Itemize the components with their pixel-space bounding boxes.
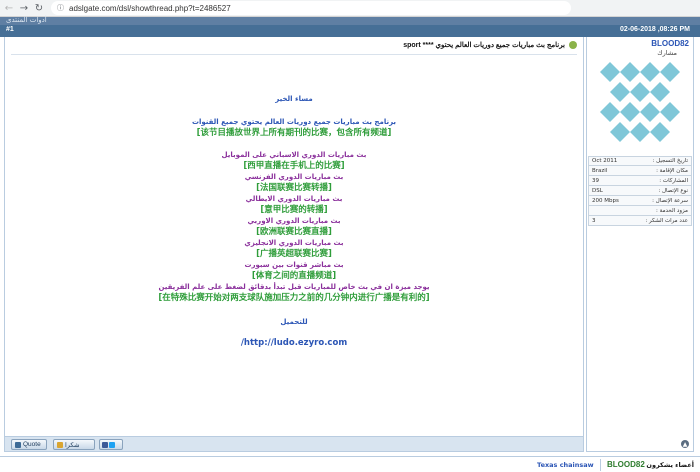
thanks-label: أعضاء يشكرون	[646, 461, 694, 469]
post-body: مساء الخير برنامج بث مباريات جميع دوريات …	[5, 95, 583, 348]
post-title: برنامج بث مباريات جميع دوريات العالم يحت…	[403, 42, 565, 49]
user-stat-label: تاريخ التسجيل :	[652, 158, 688, 164]
username[interactable]: BLOOD82	[587, 37, 693, 48]
user-stat-value: Oct 2011	[592, 158, 618, 164]
scroll-icon[interactable]: ▲	[681, 440, 689, 448]
facebook-icon[interactable]	[102, 441, 108, 448]
thread-tools-label[interactable]: أدوات المنتدى	[6, 16, 47, 24]
user-rank: مشارك	[657, 49, 677, 57]
post-line: بث مباريات الدوري الاسباني على الموبايل	[221, 151, 367, 159]
post-line: بث مباريات الدوري الايطالي	[245, 195, 343, 203]
thanked-user[interactable]: BLOOD82	[607, 460, 645, 469]
topic-icon	[569, 41, 577, 49]
user-stat-label: نوع الإتصال :	[658, 187, 688, 194]
post-title-row: برنامج بث مباريات جميع دوريات العالم يحت…	[403, 41, 577, 49]
user-stat-row: تاريخ التسجيل : Oct 2011	[588, 156, 692, 166]
post-line: [该节目播放世界上所有期刊的比赛，包含所有频道]	[196, 128, 392, 138]
twitter-icon[interactable]	[109, 441, 115, 448]
post-line: [在特殊比赛开始对两支球队施加压力之前的几分钟内进行广播是有利的]	[158, 293, 430, 303]
post-header: #1 02-06-2018 ,08:26 PM	[0, 25, 700, 37]
user-stat-row: نوع الإتصال : DSL	[588, 186, 692, 196]
thanks-button[interactable]: شكرا	[53, 439, 95, 450]
user-stat-value: Brazil	[592, 167, 608, 174]
address-bar[interactable]: ⓘ adslgate.com/dsl/showthread.php?t=2486…	[51, 1, 571, 15]
user-info-panel: BLOOD82 مشارك تاريخ التسجيل : Oct 2011 م…	[586, 37, 694, 452]
post-line: يوجد ميزة ان في بث خاص للمباريات قبل تبد…	[158, 283, 430, 291]
back-icon[interactable]: ←	[3, 1, 15, 15]
post-line: [广播英超联赛比赛]	[256, 249, 332, 259]
post-footer: Quote شكرا	[4, 436, 584, 452]
post-line: بث مباريات الدوري الانجليزي	[244, 239, 344, 247]
user-stats: تاريخ التسجيل : Oct 2011 مكان الإقامة : Bra…	[588, 156, 692, 226]
post-line: بث مباريات الدوري الفرنسي	[244, 173, 344, 181]
user-stat-row: مكان الإقامة : Brazil	[588, 166, 692, 176]
lock-icon: ⓘ	[57, 5, 64, 12]
user-stat-row: المشاركات : 39	[588, 176, 692, 186]
download-link[interactable]: /http://ludo.ezyro.com	[5, 338, 583, 348]
post-line: [体育之间的直播频道]	[251, 271, 337, 281]
thanker-name[interactable]: Texas chainsaw	[537, 461, 594, 469]
post-line: [西甲直播在手机上的比赛]	[243, 161, 345, 171]
quote-icon	[15, 441, 21, 448]
quote-label: Quote	[23, 441, 41, 448]
post-date: 02-06-2018 ,08:26 PM	[619, 26, 690, 33]
post-line: [意甲比赛的转播]	[260, 205, 328, 215]
post-line: برنامج بث مباريات جميع دوريات العالم يحت…	[191, 118, 397, 126]
thumbs-up-icon	[57, 441, 63, 448]
thanks-divider	[600, 459, 601, 471]
avatar-pattern	[600, 62, 682, 144]
post-line: للتحميل	[280, 318, 308, 326]
user-stat-label: عدد مرات الشكر :	[645, 217, 688, 224]
user-stat-value: 3	[592, 217, 596, 224]
post-line: بث مباريات الدوري الاوربي	[247, 217, 341, 225]
thread-tools-bar: أدوات المنتدى	[0, 16, 700, 25]
user-stat-label: مكان الإقامة :	[656, 167, 688, 174]
user-stat-label: سرعة الإتصال :	[652, 197, 688, 204]
thanks-label: شكرا	[65, 441, 80, 449]
post-content: برنامج بث مباريات جميع دوريات العالم يحت…	[4, 37, 584, 452]
browser-toolbar: ← → ↻ ⓘ adslgate.com/dsl/showthread.php?…	[0, 0, 700, 17]
reload-icon[interactable]: ↻	[33, 1, 45, 15]
forward-icon[interactable]: →	[18, 1, 30, 15]
user-stat-label: مزود الخدمة :	[656, 207, 688, 214]
url-text: adslgate.com/dsl/showthread.php?t=248652…	[69, 3, 231, 13]
user-stat-row: سرعة الإتصال : 200 Mbps	[588, 196, 692, 206]
user-stat-value: DSL	[592, 187, 603, 194]
post-number[interactable]: #1	[6, 26, 14, 33]
user-stat-label: المشاركات :	[659, 177, 688, 184]
quote-button[interactable]: Quote	[11, 439, 47, 450]
share-buttons[interactable]	[99, 439, 123, 450]
post-line: مساء الخير	[275, 95, 313, 103]
title-divider	[11, 54, 577, 55]
avatar[interactable]	[600, 62, 682, 144]
post-line: بث مباشر قنوات بين سبورت	[244, 261, 344, 269]
user-stat-row: مزود الخدمة :	[588, 206, 692, 216]
post-line: [法国联赛比赛转播]	[256, 183, 332, 193]
user-stat-value: 39	[592, 177, 599, 184]
thanks-bar: Texas chainsaw BLOOD82 أعضاء يشكرون	[0, 456, 700, 472]
user-stat-row: عدد مرات الشكر : 3	[588, 216, 692, 226]
post-line: [欧洲联赛比赛直播]	[256, 227, 332, 237]
user-stat-value: 200 Mbps	[592, 197, 619, 204]
